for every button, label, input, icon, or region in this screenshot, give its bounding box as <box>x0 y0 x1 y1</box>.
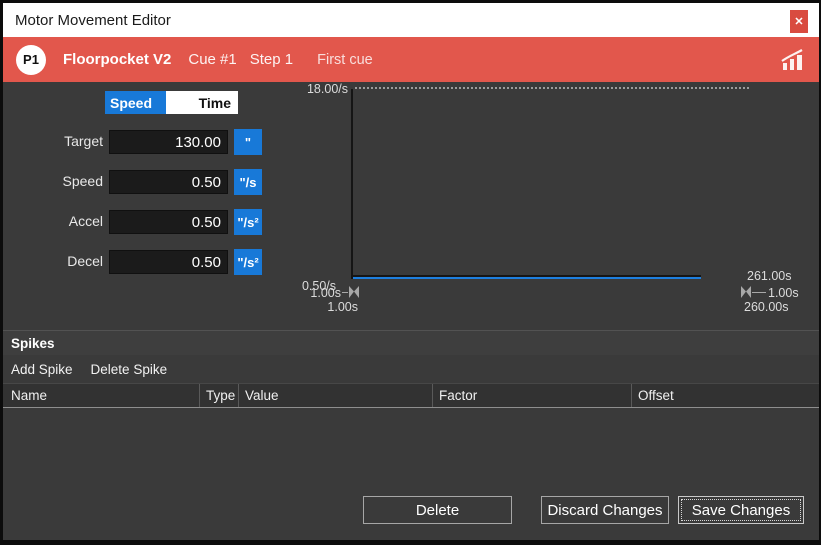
speed-input[interactable] <box>109 170 228 194</box>
delete-spike-button[interactable]: Delete Spike <box>91 362 168 377</box>
step-number: Step 1 <box>250 51 293 68</box>
accel-label: Accel <box>7 213 103 229</box>
chart-accel-duration-label: 1.00s <box>287 286 341 300</box>
chart-y-axis <box>351 89 353 279</box>
panel-badge: P1 <box>16 45 46 75</box>
add-spike-button[interactable]: Add Spike <box>11 362 73 377</box>
close-button[interactable]: ✕ <box>790 10 808 33</box>
chart-decel-start-label: 260.00s <box>744 300 788 314</box>
motor-name: Floorpocket V2 <box>63 51 171 68</box>
spikes-title: Spikes <box>11 336 55 351</box>
target-label: Target <box>7 133 103 149</box>
accel-unit-badge[interactable]: "/s² <box>234 209 262 235</box>
chart-end-time-label: 261.00s <box>747 269 791 283</box>
cue-number: Cue #1 <box>188 51 236 68</box>
target-row: Target " <box>3 129 265 155</box>
spikes-section-header: Spikes <box>3 330 819 355</box>
close-icon: ✕ <box>794 15 803 28</box>
header-bar: P1 Floorpocket V2 Cue #1 Step 1 First cu… <box>3 37 819 82</box>
trend-chart-icon <box>780 48 806 72</box>
chart-decel-duration-label: 1.00s <box>768 286 799 300</box>
chart-limit-dotted-line <box>355 87 749 89</box>
discard-changes-button[interactable]: Discard Changes <box>541 496 669 524</box>
target-input[interactable] <box>109 130 228 154</box>
accel-row: Accel "/s² <box>3 209 265 235</box>
spikes-table-header: Name Type Value Factor Offset <box>3 383 819 408</box>
delete-button[interactable]: Delete <box>363 496 512 524</box>
save-changes-button[interactable]: Save Changes <box>678 496 804 524</box>
tab-time[interactable]: Time <box>166 91 238 114</box>
movement-editor-content: Speed Time Target " Speed "/s Accel "/s²… <box>3 82 819 330</box>
speed-row: Speed "/s <box>3 169 265 195</box>
titlebar: Motor Movement Editor ✕ <box>3 3 819 37</box>
spikes-table-body: Delete Discard Changes Save Changes <box>3 408 819 540</box>
motor-movement-editor-window: Motor Movement Editor ✕ P1 Floorpocket V… <box>0 0 821 545</box>
column-header-value[interactable]: Value <box>238 384 432 407</box>
spikes-menu: Add Spike Delete Spike <box>3 355 819 383</box>
speed-unit-badge[interactable]: "/s <box>234 169 262 195</box>
decel-unit-badge[interactable]: "/s² <box>234 249 262 275</box>
column-header-offset[interactable]: Offset <box>631 384 819 407</box>
speed-label: Speed <box>7 173 103 189</box>
column-header-name[interactable]: Name <box>3 384 199 407</box>
chart-ymax-label: 18.00/s <box>283 82 348 96</box>
tab-speed[interactable]: Speed <box>105 91 166 114</box>
target-unit-badge[interactable]: " <box>234 129 262 155</box>
chart-accel-start-label: 1.00s <box>298 300 358 314</box>
decel-label: Decel <box>7 253 103 269</box>
window-title: Motor Movement Editor <box>15 12 171 29</box>
decel-input[interactable] <box>109 250 228 274</box>
chart-profile-line[interactable] <box>353 277 701 279</box>
accel-input[interactable] <box>109 210 228 234</box>
column-header-type[interactable]: Type <box>199 384 238 407</box>
cue-name: First cue <box>317 52 373 68</box>
decel-marker-icon[interactable] <box>740 285 752 299</box>
decel-marker-line <box>752 292 766 293</box>
decel-row: Decel "/s² <box>3 249 265 275</box>
column-header-factor[interactable]: Factor <box>432 384 631 407</box>
accel-marker-icon[interactable] <box>348 285 360 299</box>
mode-toggle: Speed Time <box>105 91 238 114</box>
